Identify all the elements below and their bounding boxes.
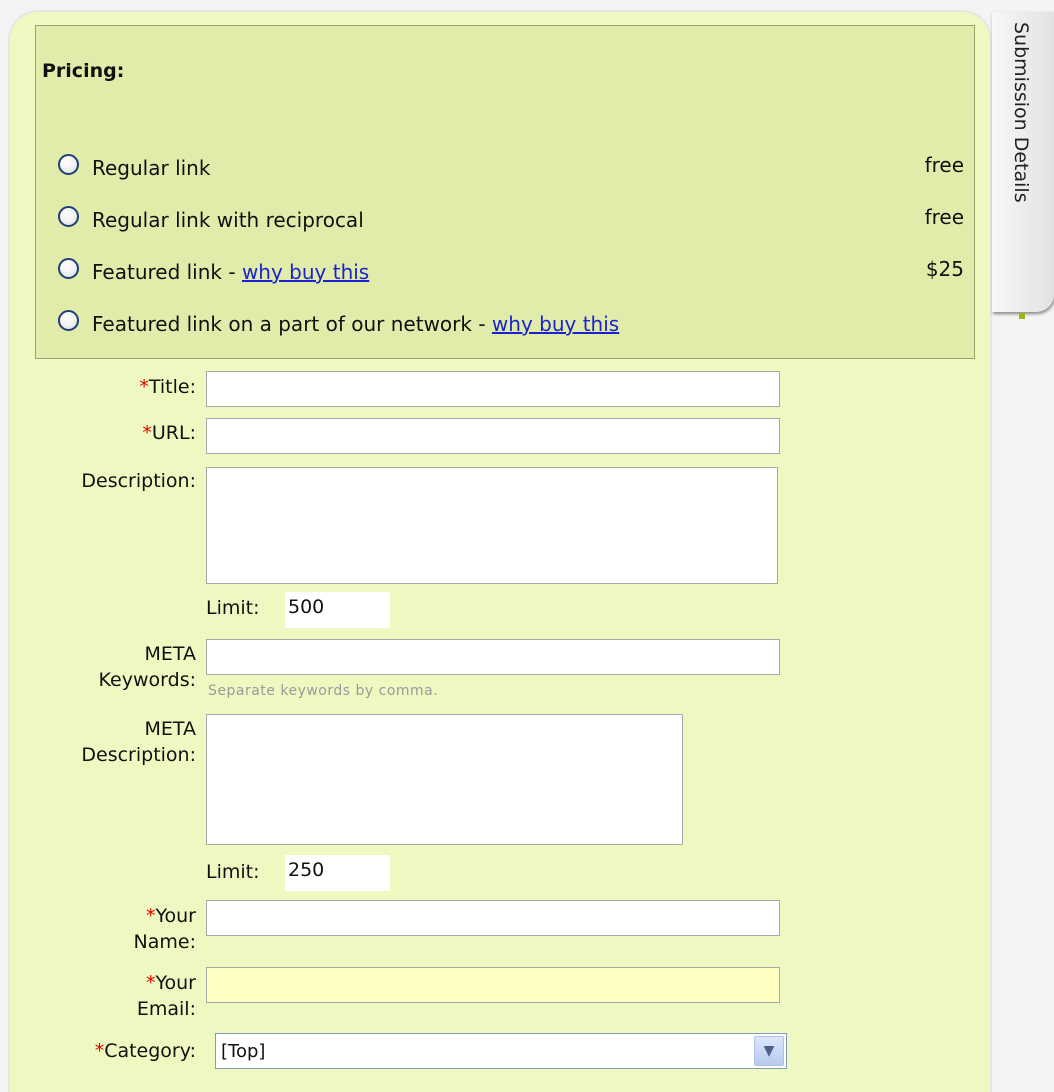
url-input[interactable] — [206, 418, 780, 454]
meta-keywords-label-line1: META — [144, 643, 196, 665]
title-label: *Title: — [6, 374, 196, 400]
pricing-option-featured[interactable]: Featured link - why buy this $25 — [58, 255, 964, 285]
why-buy-this-link[interactable]: why buy this — [242, 260, 369, 284]
meta-description-label: META Description: — [6, 716, 196, 768]
category-label: *Category: — [6, 1038, 196, 1064]
pricing-option-reciprocal[interactable]: Regular link with reciprocal free — [58, 203, 964, 233]
required-mark: * — [142, 422, 152, 444]
why-buy-this-network-link[interactable]: why buy this — [492, 312, 619, 336]
description-label: Description: — [81, 470, 196, 492]
your-name-label-line2: Name: — [133, 931, 196, 953]
required-mark: * — [139, 376, 149, 398]
pricing-option-label: Regular link — [92, 156, 211, 180]
url-label: *URL: — [6, 420, 196, 446]
chevron-down-icon[interactable]: ▼ — [754, 1036, 784, 1066]
submission-details-tab[interactable]: Submission Details — [992, 12, 1054, 312]
meta-keywords-hint: Separate keywords by comma. — [208, 683, 439, 699]
meta-keywords-label-line2: Keywords: — [98, 669, 196, 691]
your-email-label: *Your Email: — [6, 970, 196, 1022]
required-mark: * — [145, 972, 156, 994]
radio-regular-link-reciprocal[interactable] — [58, 206, 79, 227]
radio-regular-link[interactable] — [58, 154, 79, 175]
meta-keywords-input[interactable] — [206, 639, 780, 675]
your-email-label-line2: Email: — [136, 998, 196, 1020]
description-limit-label: Limit: — [206, 597, 260, 619]
required-mark: * — [94, 1040, 105, 1062]
tab-accent-mark — [1019, 313, 1025, 319]
title-label-text: Title: — [148, 376, 196, 398]
pricing-option-text: Featured link - — [92, 260, 242, 284]
meta-description-textarea[interactable] — [206, 714, 683, 845]
pricing-option-price: free — [924, 153, 964, 177]
your-email-label-line1: Your — [155, 972, 196, 994]
meta-description-limit-counter: 250 — [285, 855, 390, 891]
category-selected-value: [Top] — [221, 1041, 266, 1062]
your-name-label-line1: Your — [155, 905, 196, 927]
category-label-text: Category: — [104, 1040, 196, 1062]
title-input[interactable] — [206, 371, 780, 407]
your-email-input[interactable] — [206, 967, 780, 1003]
pricing-option-network[interactable]: Featured link on a part of our network -… — [58, 307, 964, 337]
pricing-option-price: free — [924, 205, 964, 229]
meta-keywords-label: META Keywords: — [6, 641, 196, 693]
pricing-option-price: $25 — [925, 257, 964, 281]
pricing-title: Pricing: — [42, 60, 125, 82]
submission-details-tab-label: Submission Details — [1010, 22, 1032, 203]
radio-featured-network[interactable] — [58, 310, 79, 331]
description-limit-counter: 500 — [285, 592, 390, 628]
meta-description-label-line2: Description: — [81, 744, 196, 766]
meta-description-limit-label: Limit: — [206, 861, 260, 883]
description-textarea[interactable] — [206, 467, 778, 584]
pricing-option-regular[interactable]: Regular link free — [58, 151, 964, 181]
your-name-label: *Your Name: — [6, 903, 196, 955]
pricing-option-label: Regular link with reciprocal — [92, 208, 364, 232]
meta-description-label-line1: META — [144, 718, 196, 740]
url-label-text: URL: — [151, 422, 196, 444]
your-name-input[interactable] — [206, 900, 780, 936]
category-select[interactable]: [Top] ▼ — [215, 1033, 787, 1069]
pricing-box: Pricing: Regular link free Regular link … — [35, 25, 975, 359]
required-mark: * — [145, 905, 156, 927]
pricing-option-label: Featured link - why buy this — [92, 260, 369, 284]
pricing-option-text: Featured link on a part of our network - — [92, 312, 492, 336]
radio-featured-link[interactable] — [58, 258, 79, 279]
pricing-option-label: Featured link on a part of our network -… — [92, 312, 619, 336]
